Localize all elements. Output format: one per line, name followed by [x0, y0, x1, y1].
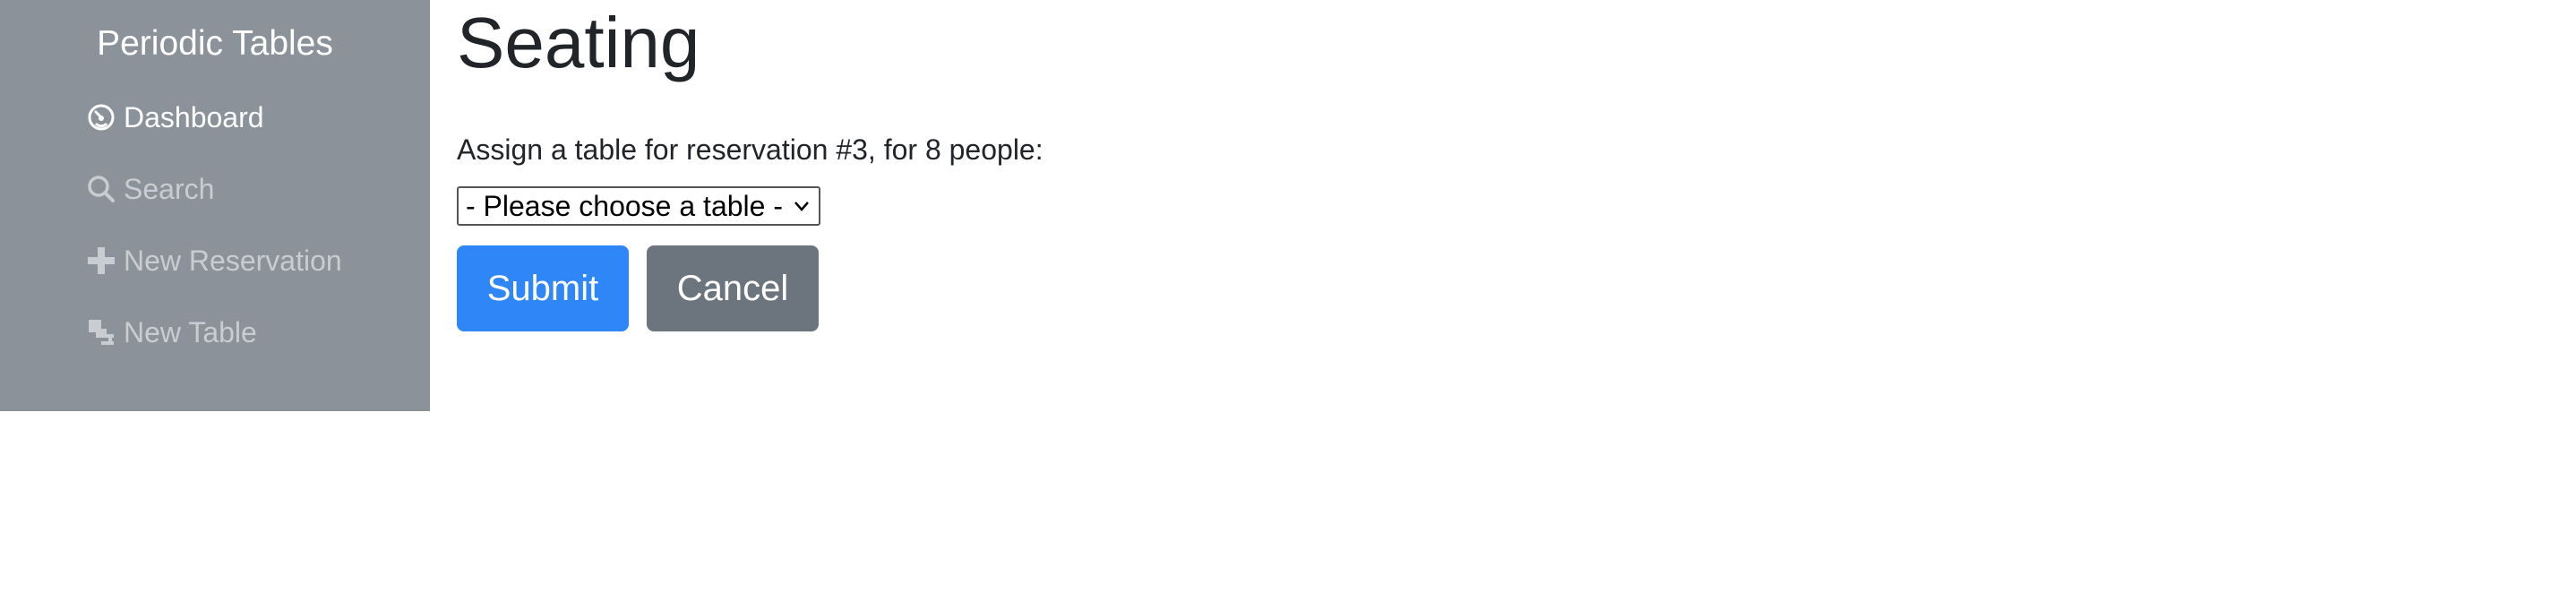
assign-instruction: Assign a table for reservation #3, for 8… [457, 133, 1043, 166]
sidebar-item-label: Dashboard [124, 100, 264, 133]
sidebar-item-label: New Reservation [124, 244, 342, 277]
plus-icon [86, 245, 116, 276]
sidebar-item-new-table[interactable]: New Table [86, 308, 257, 357]
cancel-button[interactable]: Cancel [647, 245, 819, 331]
sidebar-item-dashboard[interactable]: Dashboard [86, 93, 264, 142]
page-title: Seating [457, 3, 700, 82]
dashboard-icon [86, 102, 116, 133]
sidebar-item-label: New Table [124, 315, 257, 348]
sidebar-item-search[interactable]: Search [86, 165, 214, 213]
search-icon [86, 174, 116, 204]
table-select-value: - Please choose a table - [466, 189, 783, 222]
table-select[interactable]: - Please choose a table - [457, 186, 820, 226]
sidebar: Periodic Tables Dashboard Search New Res… [0, 0, 430, 411]
sidebar-item-label: Search [124, 172, 215, 205]
new-table-icon [86, 317, 116, 348]
chevron-down-icon [792, 196, 811, 216]
sidebar-item-new-reservation[interactable]: New Reservation [86, 236, 342, 285]
submit-button[interactable]: Submit [457, 245, 629, 331]
brand-title[interactable]: Periodic Tables [0, 20, 430, 68]
